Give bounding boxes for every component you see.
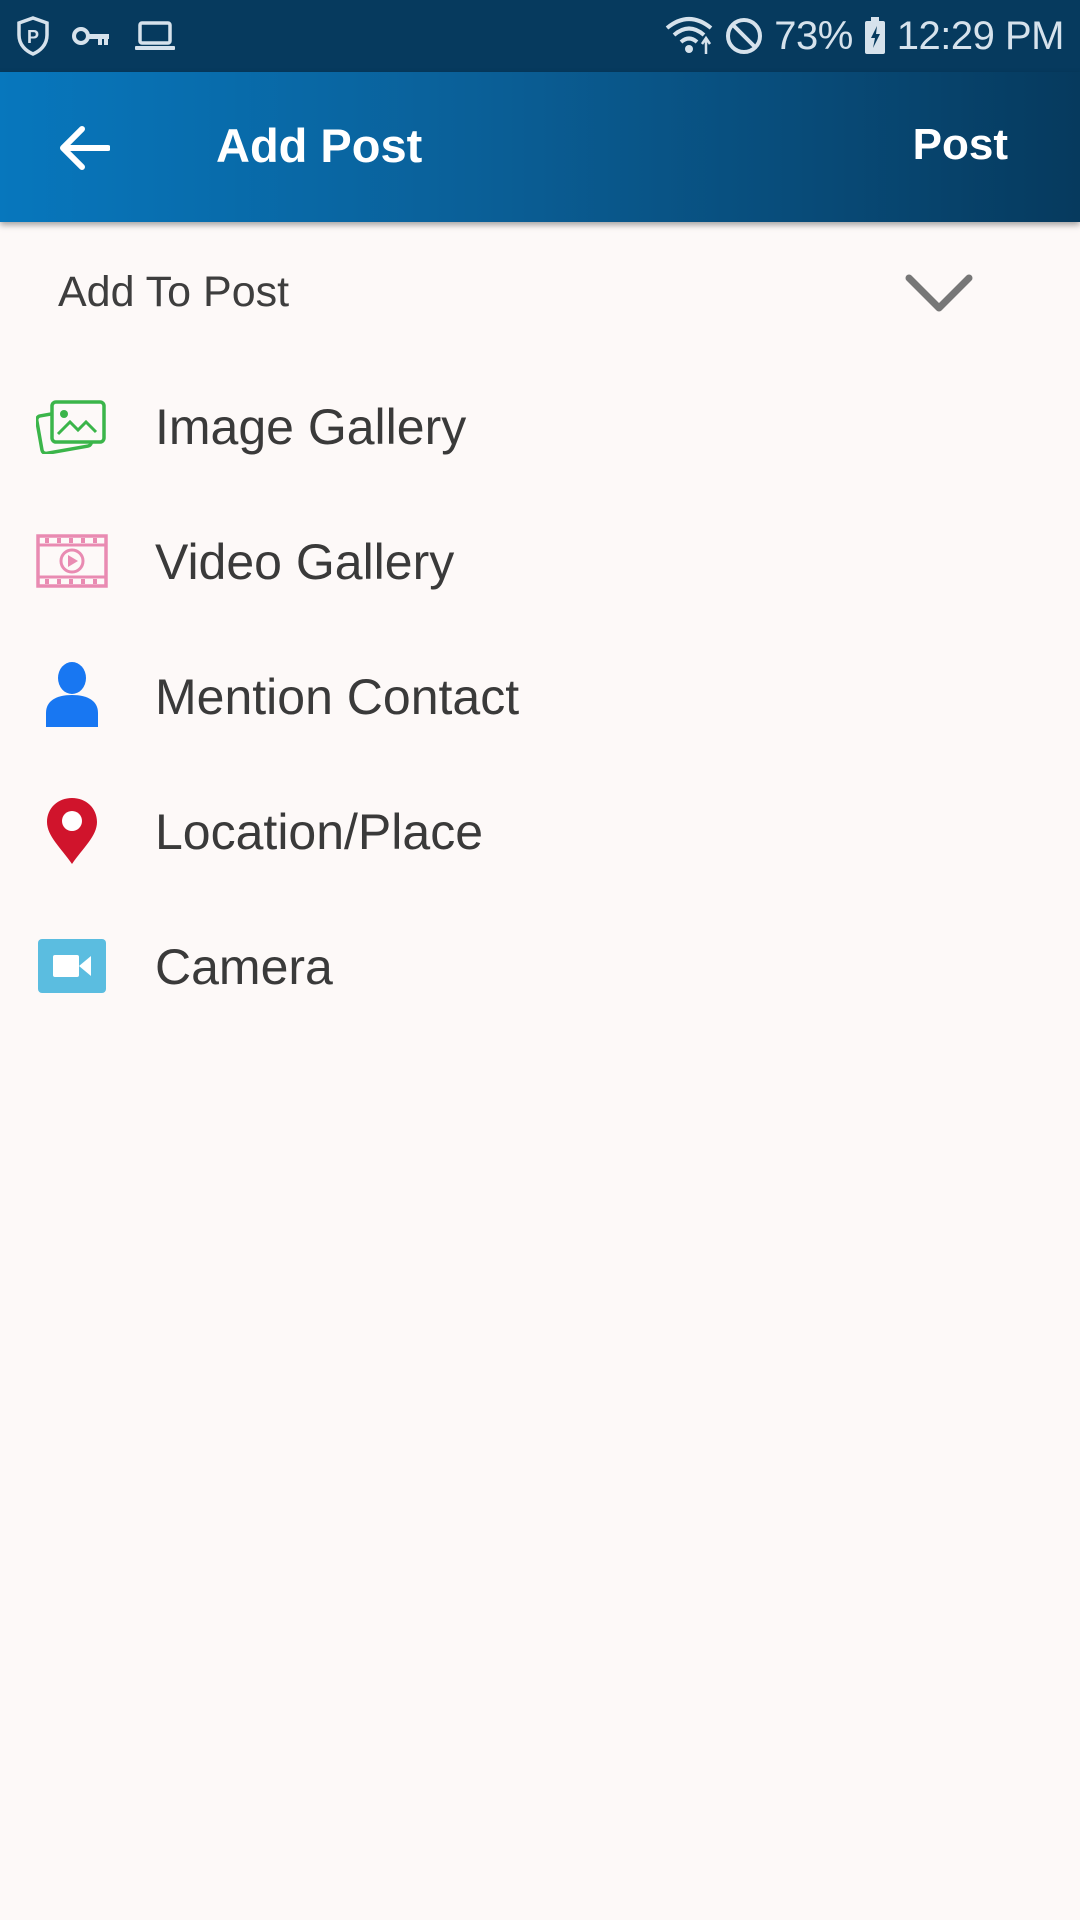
option-label: Location/Place — [155, 804, 484, 860]
battery-icon — [863, 16, 887, 56]
svg-text:P: P — [27, 27, 39, 47]
laptop-icon — [134, 20, 176, 52]
camera-icon — [34, 932, 110, 1000]
option-image-gallery[interactable]: Image Gallery — [0, 358, 1080, 493]
status-bar-left: P — [16, 16, 198, 56]
post-button[interactable]: Post — [913, 120, 1008, 170]
option-label: Video Gallery — [155, 534, 455, 590]
section-label: Add To Post — [58, 268, 290, 316]
add-to-post-header[interactable]: Add To Post — [0, 222, 1080, 362]
option-label: Image Gallery — [155, 399, 467, 455]
status-bar: P 73% 12:29 PM — [0, 0, 1080, 72]
option-label: Mention Contact — [155, 669, 520, 725]
video-gallery-icon — [34, 527, 110, 595]
app-bar: Add Post Post — [0, 72, 1080, 222]
location-pin-icon — [34, 797, 110, 865]
do-not-disturb-icon — [724, 16, 764, 56]
option-label: Camera — [155, 939, 333, 995]
status-bar-right: 73% 12:29 PM — [654, 13, 1065, 59]
back-button[interactable] — [52, 116, 116, 180]
clock: 12:29 PM — [896, 13, 1065, 58]
arrow-left-icon — [58, 125, 110, 171]
vpn-shield-icon: P — [16, 16, 50, 56]
person-icon — [34, 662, 110, 730]
option-location-place[interactable]: Location/Place — [0, 763, 1080, 898]
key-icon — [72, 24, 112, 48]
image-gallery-icon — [34, 392, 110, 460]
page-title: Add Post — [216, 119, 423, 172]
wifi-icon — [664, 16, 714, 56]
option-mention-contact[interactable]: Mention Contact — [0, 628, 1080, 763]
chevron-down-icon[interactable] — [904, 272, 974, 321]
battery-percent: 73% — [774, 13, 853, 58]
option-video-gallery[interactable]: Video Gallery — [0, 493, 1080, 628]
option-camera[interactable]: Camera — [0, 898, 1080, 1033]
